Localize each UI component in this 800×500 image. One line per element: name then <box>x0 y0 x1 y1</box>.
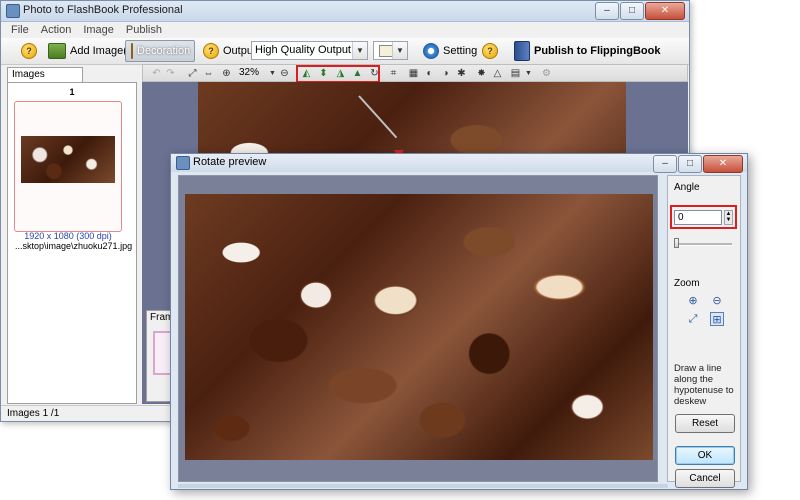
angle-label: Angle <box>674 182 700 193</box>
rotate-dialog: Rotate preview – □ ✕ Angle 0 ▲ ▼ Zoom ⊕ ⊖… <box>170 153 748 490</box>
effects-icon[interactable]: ✱ <box>456 68 467 79</box>
thumbnail-info: 1920 x 1080 (300 dpi) ...sktop\image\zhu… <box>15 231 133 251</box>
publish-icon <box>514 41 530 61</box>
thumbnail-item[interactable]: 1920 x 1080 (300 dpi) ...sktop\image\zhu… <box>14 101 132 251</box>
rotate-preview-image[interactable] <box>185 194 653 460</box>
chevron-down-icon[interactable]: ▼ <box>523 68 534 79</box>
adjust-icon[interactable]: ▦ <box>408 68 419 79</box>
fit-icon[interactable]: ⤢ <box>686 312 700 326</box>
ok-button[interactable]: OK <box>675 446 735 465</box>
dialog-status-strip <box>178 484 668 488</box>
decoration-label: Decoration <box>137 45 191 57</box>
crop-icon[interactable]: ⌗ <box>388 68 399 79</box>
help-icon[interactable]: ? <box>21 43 37 59</box>
fit-icon[interactable]: ⤢ <box>187 68 198 79</box>
zoom-in-icon[interactable]: ⊕ <box>221 68 232 79</box>
menu-bar: File Action Image Publish <box>1 22 689 38</box>
zoom-label: Zoom <box>674 278 700 289</box>
settings-icon[interactable]: ⚙ <box>541 68 552 79</box>
dialog-titlebar: Rotate preview – □ ✕ <box>171 154 747 173</box>
rotate-tools-highlight <box>296 65 380 83</box>
view-toolbar: ↶ ↷ ⤢ ⇔ ⊕ 32% ▼ ⊖ ◭ ⬍ ◮ ▲ ↻ ⌗ ▦ ◐ ◑ ✱ ✸ … <box>142 64 688 82</box>
publish-label: Publish to FlippingBook <box>534 45 661 57</box>
fit-width-icon[interactable]: ⇔ <box>203 68 214 79</box>
zoom-value[interactable]: 32% <box>239 66 259 80</box>
setting-icon <box>423 43 439 59</box>
zoom-in-icon[interactable]: ⊕ <box>686 294 700 308</box>
angle-slider-thumb[interactable] <box>674 238 679 248</box>
chevron-down-icon: ▼ <box>352 42 367 59</box>
close-button[interactable]: ✕ <box>645 2 685 20</box>
menu-file[interactable]: File <box>5 22 35 38</box>
main-titlebar: Photo to FlashBook Professional – □ ✕ <box>1 1 689 22</box>
tab-images-thumbnail[interactable]: Images Thumbnail <box>7 67 83 94</box>
dialog-title: Rotate preview <box>193 156 267 168</box>
deskew-help-text: Draw a line along the hypotenuse to desk… <box>674 363 734 407</box>
dialog-app-icon <box>176 156 190 170</box>
thumbnail-dimensions: 1920 x 1080 (300 dpi) <box>24 231 112 241</box>
chevron-down-icon[interactable]: ▼ <box>267 68 278 79</box>
status-images: Images 1 /1 <box>7 408 60 419</box>
triangle-icon[interactable]: △ <box>492 68 503 79</box>
thumbnail-index: 1 <box>69 87 75 97</box>
help-icon[interactable]: ? <box>482 43 498 59</box>
maximize-button[interactable]: □ <box>620 2 644 20</box>
menu-image[interactable]: Image <box>77 22 120 38</box>
window-controls: – □ ✕ <box>594 2 685 20</box>
redo-icon[interactable]: ↷ <box>165 68 176 79</box>
maximize-button[interactable]: □ <box>678 155 702 173</box>
dialog-window-controls: – □ ✕ <box>652 155 743 173</box>
thumbnail-list[interactable]: 1 1920 x 1080 (300 dpi) ...sktop\image\z… <box>7 82 137 404</box>
grid-icon[interactable]: ▤ <box>510 68 521 79</box>
angle-slider-track[interactable] <box>674 243 732 246</box>
zoom-out-icon[interactable]: ⊖ <box>710 294 724 308</box>
add-image-icon <box>48 43 66 59</box>
chevron-down-icon: ▼ <box>392 42 407 59</box>
actual-size-icon[interactable]: ⊞ <box>710 312 724 326</box>
main-toolbar: ? Add Image(s) Decoration ? Output: High… <box>1 38 689 65</box>
sharpen-icon[interactable]: ✸ <box>476 68 487 79</box>
reset-button[interactable]: Reset <box>675 414 735 433</box>
setting-label: Setting <box>443 45 478 57</box>
rotate-options-panel: Angle 0 ▲ ▼ Zoom ⊕ ⊖ ⤢ ⊞ Draw a line alon… <box>667 175 741 488</box>
menu-action[interactable]: Action <box>35 22 78 38</box>
left-panel: Images Thumbnail 1 1920 x 1080 (300 dpi)… <box>4 65 140 405</box>
brightness-icon[interactable]: ◑ <box>440 68 451 79</box>
window-title: Photo to FlashBook Professional <box>23 4 183 16</box>
minimize-button[interactable]: – <box>653 155 677 173</box>
minimize-button[interactable]: – <box>595 2 619 20</box>
color-select[interactable]: ▼ <box>373 41 408 60</box>
zoom-out-icon[interactable]: ⊖ <box>279 68 290 79</box>
decoration-button[interactable]: Decoration <box>125 40 195 62</box>
thumbnail-image <box>21 136 115 183</box>
close-button[interactable]: ✕ <box>703 155 743 173</box>
thumbnail-path: ...sktop\image\zhuoku271.jpg <box>15 241 133 251</box>
undo-icon[interactable]: ↶ <box>151 68 162 79</box>
angle-highlight <box>670 205 737 229</box>
menu-publish[interactable]: Publish <box>120 22 168 38</box>
output-select-value: High Quality Output <box>255 44 351 56</box>
setting-button[interactable]: Setting <box>418 40 482 62</box>
rotate-preview-area[interactable] <box>178 175 658 482</box>
publish-button[interactable]: Publish to FlippingBook <box>509 40 665 62</box>
output-select[interactable]: High Quality Output ▼ <box>251 41 368 60</box>
help-icon[interactable]: ? <box>203 43 219 59</box>
contrast-icon[interactable]: ◐ <box>424 68 435 79</box>
decoration-icon <box>131 43 133 59</box>
cancel-button[interactable]: Cancel <box>675 469 735 488</box>
app-icon <box>6 4 20 18</box>
